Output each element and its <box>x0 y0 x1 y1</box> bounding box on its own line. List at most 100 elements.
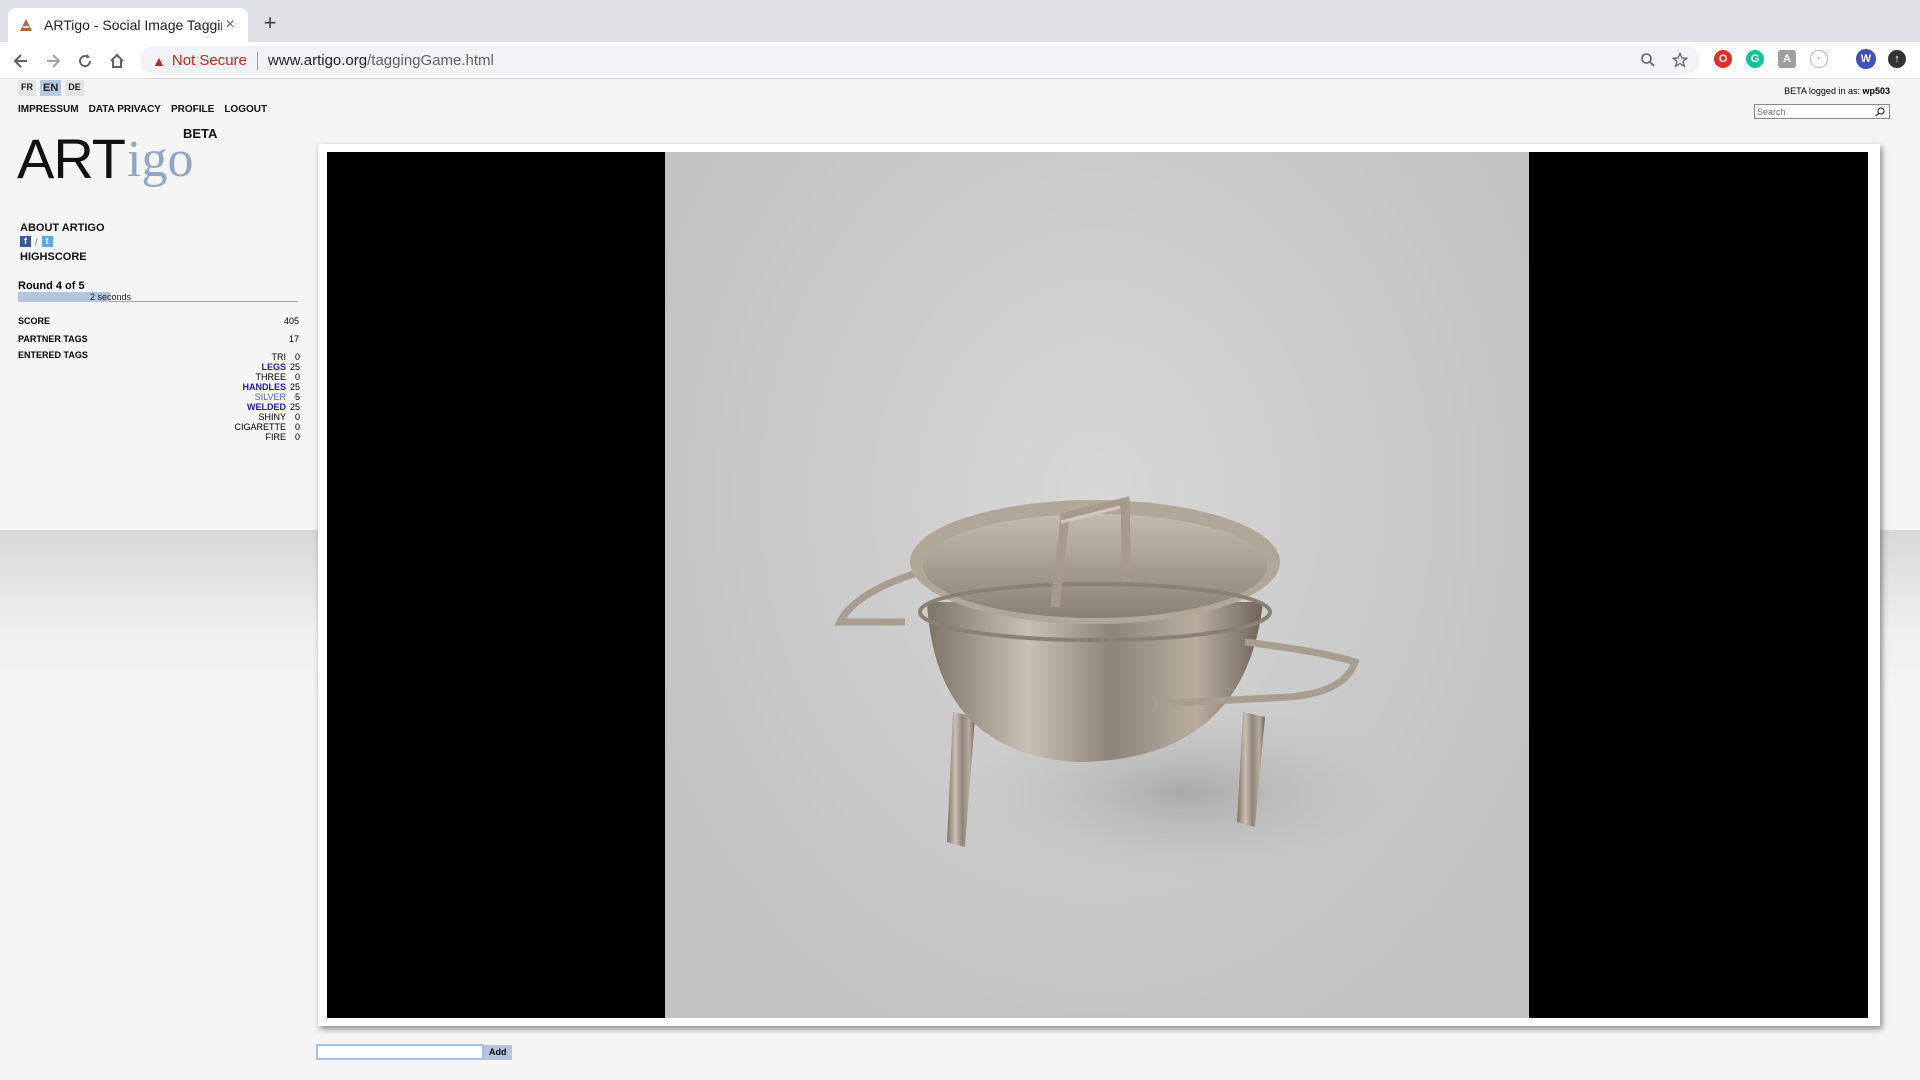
menu-highscore[interactable]: HIGHSCORE <box>20 251 105 263</box>
entered-tag-row: WELDED 25 <box>200 402 300 412</box>
facebook-icon[interactable]: f <box>20 236 31 247</box>
timer-bar: 2 seconds <box>18 292 298 302</box>
tab-close-icon[interactable]: × <box>222 16 238 34</box>
bookmark-star-icon[interactable] <box>1670 50 1690 70</box>
reload-icon <box>79 54 92 68</box>
artigo-logo[interactable]: ART igo BETA <box>17 126 237 196</box>
logo-art: ART <box>17 127 126 190</box>
entered-tag-row: SHINY 0 <box>200 412 300 422</box>
timer-text: 2 seconds <box>90 292 132 302</box>
image-frame <box>318 144 1880 1026</box>
artwork-image <box>665 152 1529 1018</box>
entered-tag-name: HANDLES <box>242 382 286 392</box>
entered-tag-points: 0 <box>294 372 300 382</box>
tab-title: ARTigo - Social Image Tagging <box>44 17 222 33</box>
grammarly-extension-icon[interactable]: G <box>1746 50 1764 68</box>
entered-tag-row: HANDLES 25 <box>200 382 300 392</box>
score-value: 405 <box>283 316 299 326</box>
entered-tag-row: SILVER 5 <box>200 392 300 402</box>
partner-tags-value: 17 <box>288 334 299 344</box>
entered-tag-points: 0 <box>294 422 300 432</box>
entered-tag-name: CIGARETTE <box>234 422 286 432</box>
home-icon <box>110 53 124 68</box>
entered-tag-row: FIRE 0 <box>200 432 300 442</box>
zoom-icon[interactable] <box>1638 50 1658 70</box>
entered-tag-name: SHINY <box>258 412 286 422</box>
twitter-icon[interactable]: t <box>41 236 53 247</box>
entered-tag-points: 5 <box>294 392 300 402</box>
entered-tag-points: 0 <box>294 432 300 442</box>
warning-triangle-icon: ▲ <box>152 52 166 69</box>
entered-tag-points: 25 <box>289 362 300 372</box>
browser-toolbar: ▲ Not Secure www.artigo.org /taggingGame… <box>0 42 1920 79</box>
side-menu: ABOUT ARTIGO f / t HIGHSCORE <box>20 222 105 263</box>
search-icon[interactable] <box>1873 105 1887 118</box>
partner-tags-row: PARTNER TAGS 17 <box>18 334 299 344</box>
tag-entry: Add <box>316 1044 512 1060</box>
entered-tag-name: FIRE <box>265 432 286 442</box>
forward-button[interactable] <box>40 48 66 74</box>
entered-tag-row: THREE 0 <box>200 372 300 382</box>
language-switcher: FR EN DE <box>18 80 84 96</box>
translate-extension-icon[interactable]: A <box>1778 50 1796 68</box>
search-input[interactable] <box>1755 106 1873 117</box>
score-row: SCORE 405 <box>18 316 299 326</box>
not-secure-label[interactable]: Not Secure <box>172 52 247 69</box>
nav-data-privacy[interactable]: DATA PRIVACY <box>89 104 161 115</box>
nav-profile[interactable]: PROFILE <box>171 104 214 115</box>
login-status: BETA logged in as: wp503 <box>1784 86 1890 96</box>
url-path: /taggingGame.html <box>367 52 494 69</box>
score-label: SCORE <box>18 316 51 326</box>
new-tab-button[interactable]: + <box>258 12 282 36</box>
url-host: www.artigo.org <box>267 52 368 69</box>
extension-icon[interactable]: · <box>1810 50 1828 68</box>
page-body: FR EN DE IMPRESSUM DATA PRIVACY PROFILE … <box>0 80 1920 1080</box>
login-prefix: BETA logged in as: <box>1784 86 1860 96</box>
silver-brazier-illustration <box>834 496 1415 882</box>
reload-button[interactable] <box>72 48 98 74</box>
entered-tag-row: LEGS 25 <box>200 362 300 372</box>
login-username[interactable]: wp503 <box>1862 86 1890 96</box>
home-button[interactable] <box>104 48 130 74</box>
tag-input[interactable] <box>316 1044 484 1060</box>
social-separator: / <box>35 236 38 247</box>
entered-tag-row: CIGARETTE 0 <box>200 422 300 432</box>
address-bar[interactable]: ▲ Not Secure www.artigo.org /taggingGame… <box>140 46 1700 75</box>
search-box <box>1754 104 1890 119</box>
entered-tags-label: ENTERED TAGS <box>18 350 88 360</box>
lang-en[interactable]: EN <box>40 80 62 96</box>
back-arrow-icon <box>13 54 27 68</box>
round-label: Round 4 of 5 <box>18 280 85 292</box>
logo-beta: BETA <box>183 126 218 141</box>
entered-tag-row: TRI 0 <box>200 352 301 362</box>
nav-impressum[interactable]: IMPRESSUM <box>18 104 79 115</box>
artigo-favicon-icon <box>20 19 32 31</box>
entered-tag-name: SILVER <box>254 392 286 402</box>
partner-tags-label: PARTNER TAGS <box>18 334 88 344</box>
omnibox-separator <box>256 51 258 70</box>
entered-tag-name: LEGS <box>261 362 286 372</box>
forward-arrow-icon <box>47 54 61 68</box>
entered-tag-points: 0 <box>294 352 300 362</box>
lang-fr[interactable]: FR <box>18 80 36 96</box>
image-letterbox <box>327 152 1868 1018</box>
entered-tag-points: 0 <box>294 412 300 422</box>
menu-about-artigo[interactable]: ABOUT ARTIGO <box>20 222 105 234</box>
profile-avatar[interactable]: W <box>1856 49 1876 69</box>
nav-logout[interactable]: LOGOUT <box>224 104 267 115</box>
back-button[interactable] <box>8 48 34 74</box>
tab-bar: ARTigo - Social Image Tagging × + <box>0 0 1920 42</box>
social-links: f / t <box>20 236 105 247</box>
add-tag-button[interactable]: Add <box>484 1044 512 1060</box>
top-nav: IMPRESSUM DATA PRIVACY PROFILE LOGOUT <box>18 104 267 115</box>
entered-tag-name: TRI <box>271 352 287 362</box>
opera-extension-icon[interactable]: O <box>1714 50 1732 68</box>
entered-tag-points: 25 <box>289 402 300 412</box>
update-icon[interactable]: ↑ <box>1888 50 1906 68</box>
lang-de[interactable]: DE <box>65 80 84 96</box>
entered-tag-points: 25 <box>289 382 300 392</box>
browser-tab[interactable]: ARTigo - Social Image Tagging × <box>8 8 248 42</box>
entered-tag-name: WELDED <box>247 402 286 412</box>
entered-tag-name: THREE <box>255 372 286 382</box>
entered-tags-list: TRI 0 LEGS 25 THREE 0 HANDLES 25 SILVER 5 WELDED 25… <box>200 352 300 442</box>
